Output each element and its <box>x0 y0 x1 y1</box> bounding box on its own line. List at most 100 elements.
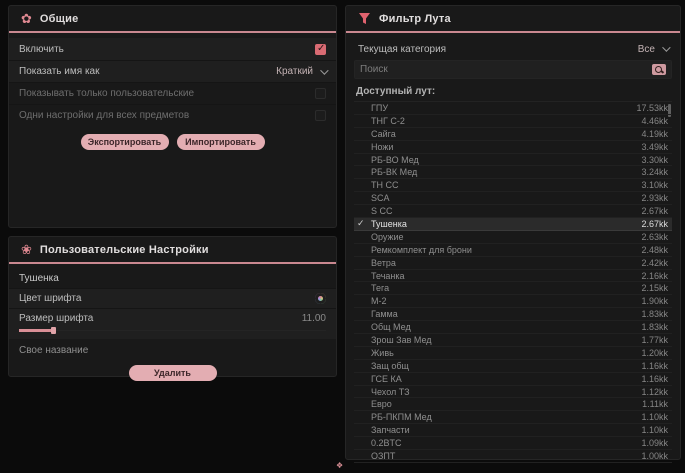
loot-filter-header: Фильтр Лута <box>346 6 680 33</box>
loot-item-value: 17.53kk <box>636 103 668 113</box>
loot-item-name: Течанка <box>371 271 405 281</box>
loot-item-name: Живь <box>371 348 394 358</box>
flower-gear-icon: ✿ <box>21 12 32 25</box>
loot-item-name: Ветра <box>371 258 396 268</box>
loot-row[interactable]: ТН СС 3.10kk <box>354 179 672 192</box>
loot-item-name: Гамма <box>371 309 398 319</box>
loot-item-value: 2.16kk <box>641 271 668 281</box>
loot-row[interactable]: S СС2.67kk <box>354 205 672 218</box>
loot-row[interactable]: ГПУ 17.53kk <box>354 102 672 115</box>
font-color-label: Цвет шрифта <box>19 293 81 304</box>
loot-item-name: ТН СС <box>371 180 399 190</box>
loot-row[interactable]: ГСЕ КА1.16kk <box>354 373 672 386</box>
loot-item-name: Тега <box>371 283 389 293</box>
loot-row[interactable]: Живь1.20kk <box>354 347 672 360</box>
check-icon: ✓ <box>357 218 365 229</box>
loot-item-value: 4.19kk <box>641 129 668 139</box>
flower-icon: ❀ <box>21 243 32 256</box>
category-label: Текущая категория <box>358 44 446 55</box>
loot-item-value: 1.11kk <box>642 399 668 409</box>
loot-item-value: 1.83kk <box>641 309 668 319</box>
export-button[interactable]: Экспортировать <box>81 134 169 150</box>
loot-item-name: Общ Мед <box>371 322 411 332</box>
loot-item-value: 2.42kk <box>641 258 668 268</box>
loot-item-name: РБ-ПКПМ Мед <box>371 412 432 422</box>
loot-item-value: 1.12kk <box>641 387 668 397</box>
loot-item-name: ГПУ <box>371 103 388 113</box>
loot-row[interactable]: Тега2.15kk <box>354 282 672 295</box>
general-settings-panel: ✿ Общие Включить Показать имя как Кратки… <box>8 5 337 228</box>
loot-row[interactable]: Чехол ТЗ1.12kk <box>354 386 672 399</box>
loot-item-value: 1.90kk <box>641 296 668 306</box>
same-for-all-checkbox[interactable] <box>315 110 326 121</box>
category-select[interactable]: Все <box>638 44 668 55</box>
loot-row[interactable]: М-2 1.90kk <box>354 295 672 308</box>
loot-row[interactable]: РБ-ВК Мед3.24kk <box>354 166 672 179</box>
general-panel-header: ✿ Общие <box>9 6 336 33</box>
loot-row[interactable]: Сайга4.19kk <box>354 128 672 141</box>
loot-row[interactable]: Ножи3.49kk <box>354 141 672 154</box>
selected-item-name: Тушенка <box>9 270 336 288</box>
show-name-as-value: Краткий <box>276 66 313 77</box>
enable-checkbox[interactable] <box>315 44 326 55</box>
loot-row[interactable]: ТНГ С-2 4.46kk <box>354 115 672 128</box>
loot-item-name: Оружие <box>371 232 404 242</box>
loot-row[interactable]: РБ-ВО Мед 3.30kk <box>354 154 672 167</box>
loot-row[interactable]: Зрош Зав Мед1.77kk <box>354 334 672 347</box>
font-color-row: Цвет шрифта <box>9 288 336 308</box>
loot-item-name: РБ-ВО Мед <box>371 155 419 165</box>
custom-name-input[interactable] <box>9 339 336 361</box>
loot-item-name: ТНГ С-2 <box>371 116 405 126</box>
loot-row[interactable]: РБ-ПКПМ Мед 1.10kk <box>354 411 672 424</box>
loot-item-value: 1.10kk <box>641 412 668 422</box>
loot-row[interactable]: ✓Тушенка2.67kk <box>354 218 672 231</box>
font-size-value: 11.00 <box>302 313 326 324</box>
loot-item-value: 2.67kk <box>641 206 668 216</box>
font-size-row: Размер шрифта 11.00 <box>9 308 336 339</box>
loot-row[interactable]: 0.2BTC1.09kk <box>354 437 672 450</box>
loot-item-name: SCA <box>371 193 390 203</box>
loot-filter-panel: Фильтр Лута Текущая категория Все Поиск … <box>345 5 681 460</box>
funnel-icon <box>358 12 371 25</box>
loot-row[interactable]: Гамма 1.83kk <box>354 308 672 321</box>
loot-row[interactable]: Запчасти1.10kk <box>354 424 672 437</box>
only-custom-row: Показывать только пользовательские <box>9 82 336 104</box>
loot-row[interactable]: ОЗПТ1.00kk <box>354 450 672 463</box>
loot-row[interactable]: Течанка 2.16kk <box>354 270 672 283</box>
loot-row[interactable]: SCA2.93kk <box>354 192 672 205</box>
loot-row[interactable]: Ремкомплект для брони 2.48kk <box>354 244 672 257</box>
import-button[interactable]: Импортировать <box>177 134 265 150</box>
slider-handle[interactable] <box>51 327 56 334</box>
loot-item-name: М-2 <box>371 296 387 306</box>
loot-row[interactable]: Оружие 2.63kk <box>354 231 672 244</box>
show-name-as-row: Показать имя как Краткий <box>9 60 336 82</box>
loot-item-value: 4.46kk <box>641 116 668 126</box>
search-placeholder: Поиск <box>360 64 388 75</box>
chevron-down-icon <box>662 43 670 51</box>
loot-list: ГПУ 17.53kk ТНГ С-2 4.46kk Сайга4.19kkНожи3.… <box>354 101 672 463</box>
loot-item-value: 2.48kk <box>641 245 668 255</box>
loot-item-value: 1.10kk <box>641 425 668 435</box>
enable-label: Включить <box>19 44 64 55</box>
loot-item-value: 3.10kk <box>641 180 668 190</box>
loot-row[interactable]: Ветра 2.42kk <box>354 257 672 270</box>
user-settings-title: Пользовательские Настройки <box>40 244 209 256</box>
loot-item-name: Евро <box>371 399 392 409</box>
font-size-slider[interactable] <box>19 327 326 334</box>
loot-item-value: 3.30kk <box>641 155 668 165</box>
only-custom-checkbox[interactable] <box>315 88 326 99</box>
loot-item-value: 2.63kk <box>641 232 668 242</box>
color-wheel-icon[interactable] <box>315 293 326 304</box>
show-name-as-select[interactable]: Краткий <box>276 66 326 77</box>
loot-item-value: 1.00kk <box>641 451 668 461</box>
loot-item-value: 3.24kk <box>641 167 668 177</box>
loot-item-name: Ремкомплект для брони <box>371 245 472 255</box>
search-icon[interactable] <box>652 64 666 75</box>
delete-button[interactable]: Удалить <box>129 365 217 381</box>
loot-row[interactable]: Евро 1.11kk <box>354 398 672 411</box>
footer-ornament-icon: ❖ <box>336 461 343 470</box>
loot-row[interactable]: Общ Мед1.83kk <box>354 321 672 334</box>
search-field[interactable]: Поиск <box>354 60 672 79</box>
loot-row[interactable]: Защ общ1.16kk <box>354 360 672 373</box>
enable-row: Включить <box>9 38 336 60</box>
